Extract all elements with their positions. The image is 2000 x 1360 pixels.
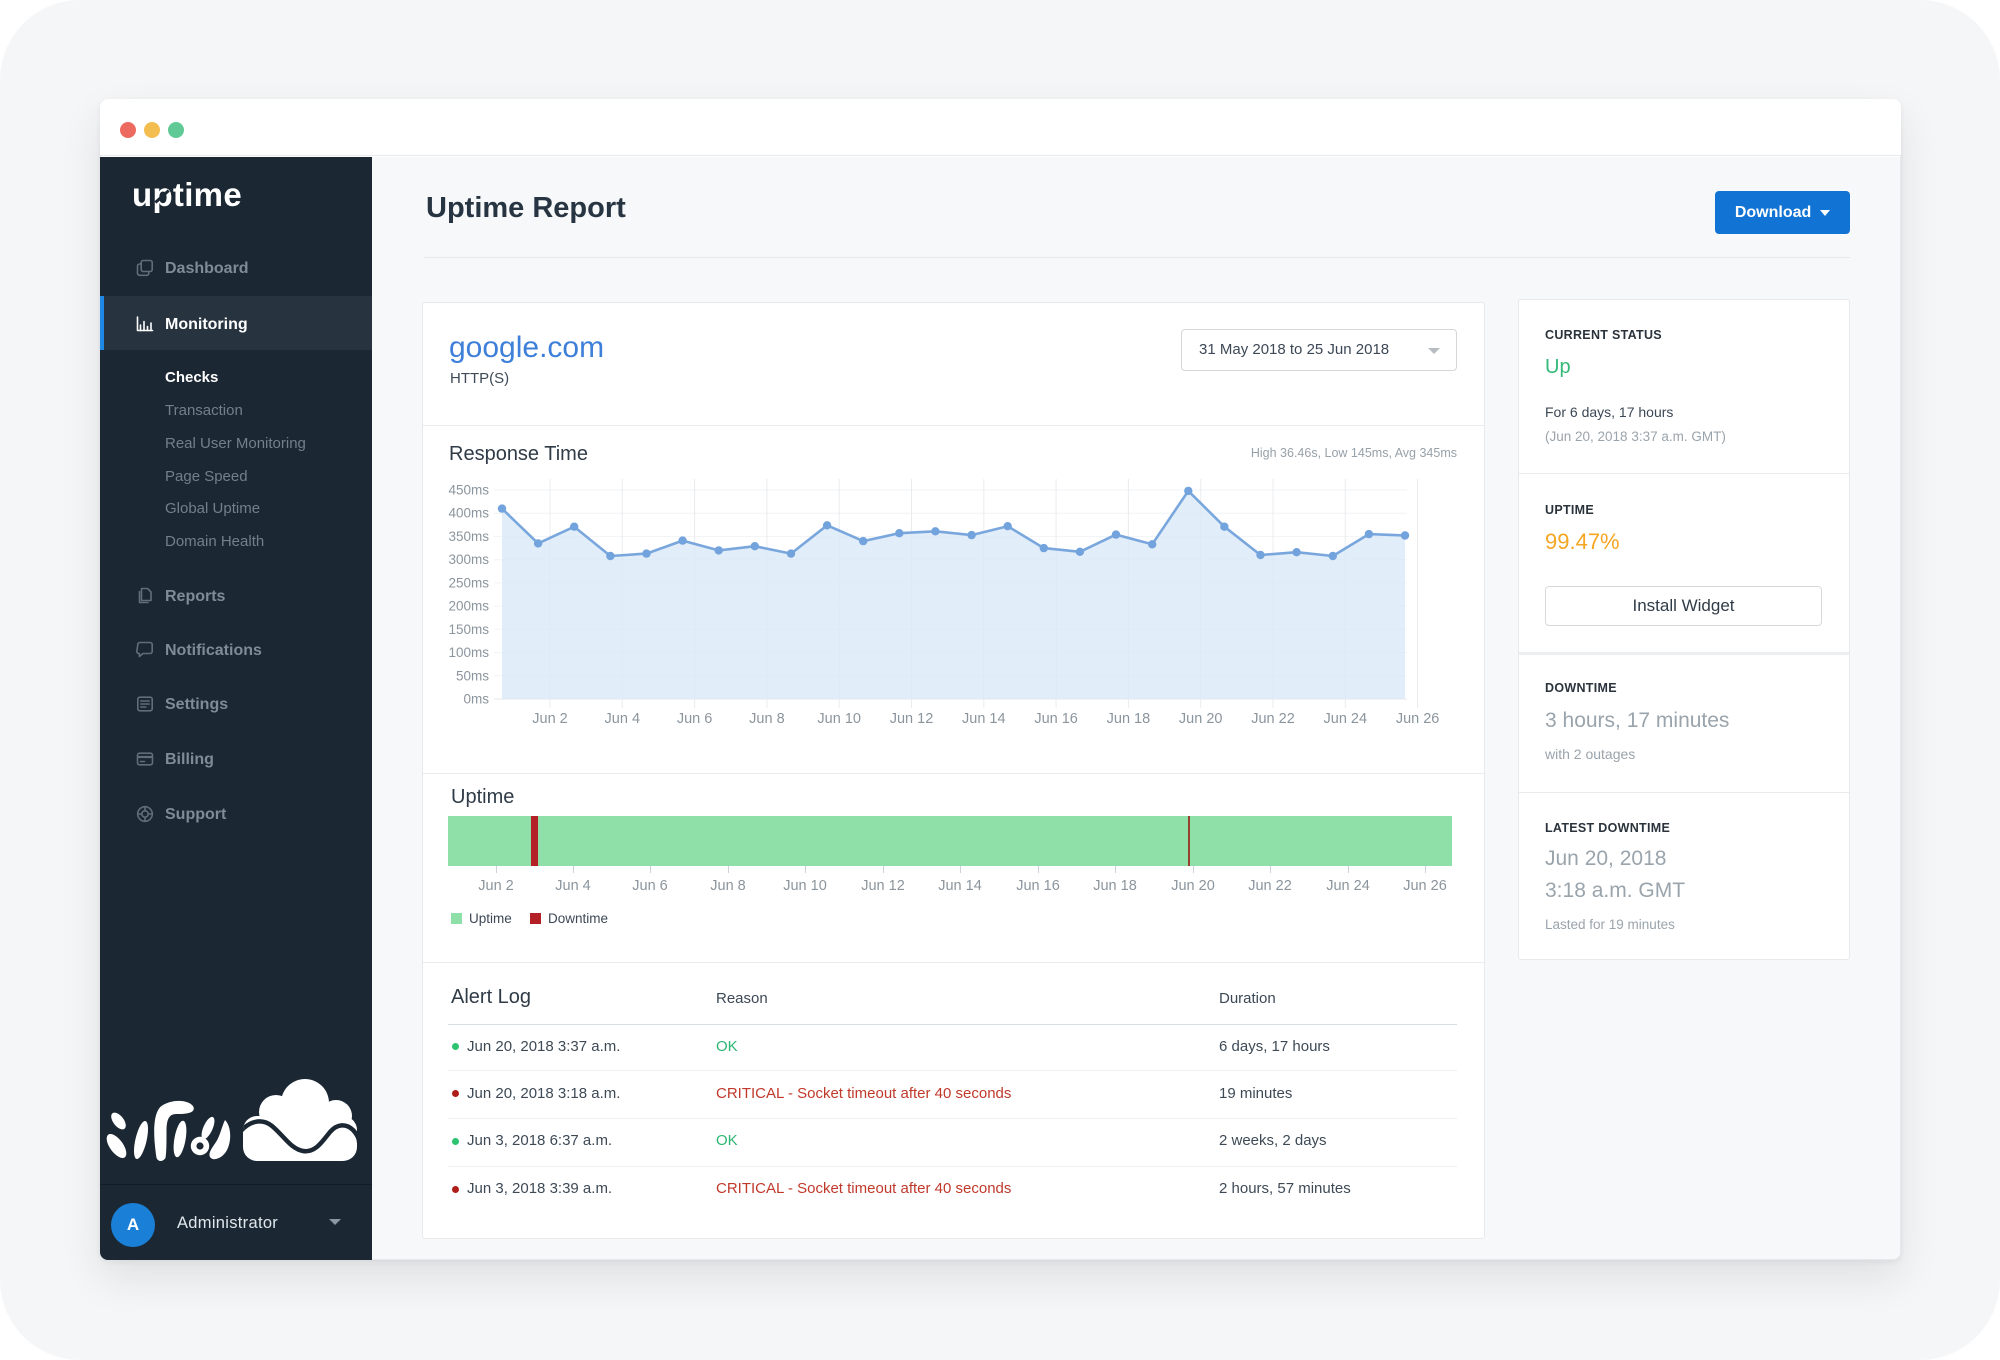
svg-text:Jun 26: Jun 26 [1396, 711, 1440, 727]
svg-text:400ms: 400ms [448, 506, 489, 521]
svg-text:50ms: 50ms [456, 668, 489, 683]
svg-text:150ms: 150ms [448, 622, 489, 637]
svg-text:Jun 22: Jun 22 [1251, 711, 1295, 727]
svg-text:350ms: 350ms [448, 529, 489, 544]
svg-text:Jun 4: Jun 4 [605, 711, 640, 727]
svg-text:Jun 12: Jun 12 [890, 711, 934, 727]
svg-text:450ms: 450ms [448, 483, 489, 498]
svg-text:Jun 14: Jun 14 [962, 711, 1006, 727]
svg-text:Jun 18: Jun 18 [1107, 711, 1151, 727]
svg-text:Jun 6: Jun 6 [677, 711, 712, 727]
svg-text:200ms: 200ms [448, 599, 489, 614]
svg-text:300ms: 300ms [448, 552, 489, 567]
svg-text:Jun 2: Jun 2 [532, 711, 567, 727]
svg-text:Jun 20: Jun 20 [1179, 711, 1223, 727]
svg-text:100ms: 100ms [448, 645, 489, 660]
svg-text:Jun 16: Jun 16 [1034, 711, 1078, 727]
svg-text:Jun 10: Jun 10 [817, 711, 861, 727]
svg-text:Jun 8: Jun 8 [749, 711, 784, 727]
svg-text:0ms: 0ms [463, 692, 489, 707]
svg-text:250ms: 250ms [448, 575, 489, 590]
svg-text:Jun 24: Jun 24 [1324, 711, 1368, 727]
